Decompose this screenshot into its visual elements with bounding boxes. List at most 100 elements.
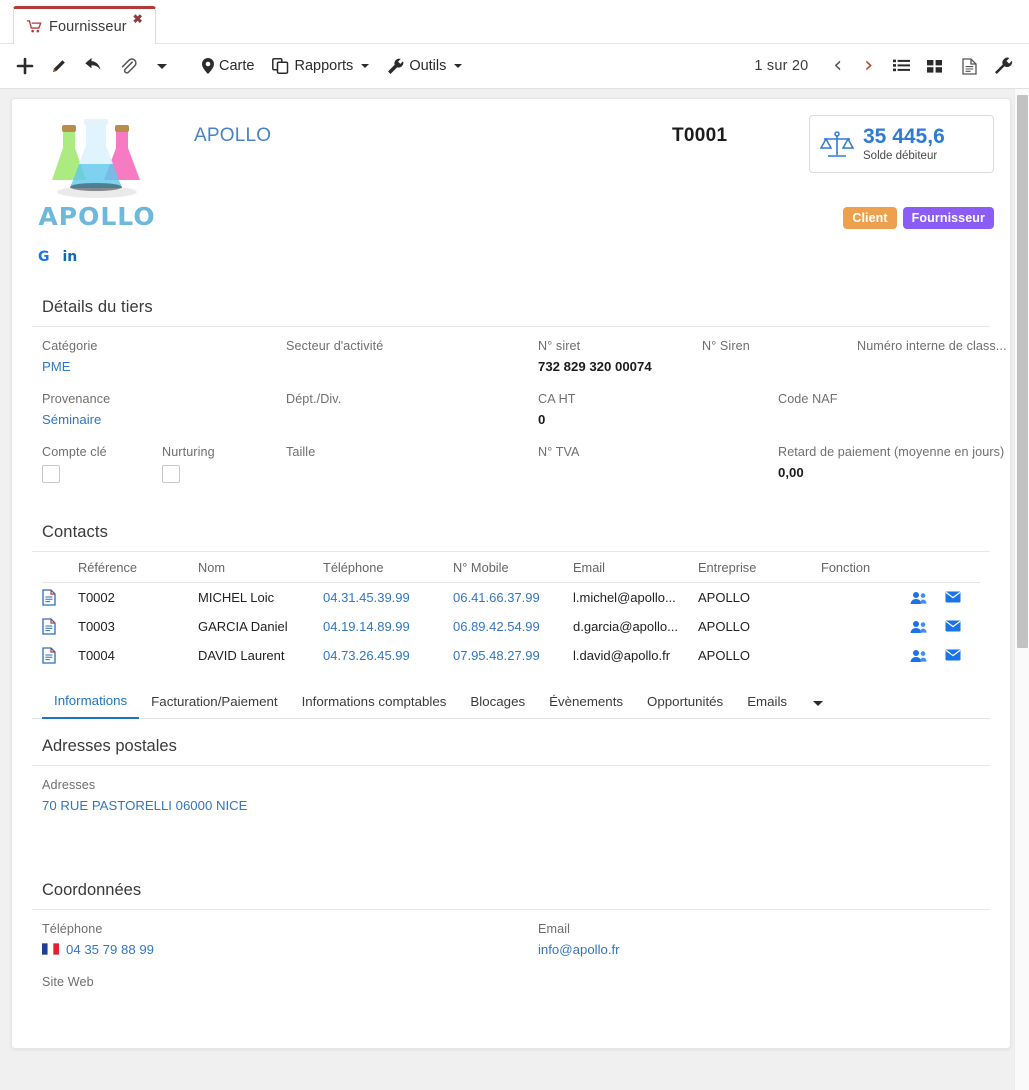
google-icon[interactable]: G	[38, 249, 50, 265]
field-value: 732 829 320 00074	[538, 359, 652, 374]
contacts-group-icon[interactable]	[910, 591, 927, 605]
shopping-cart-icon	[27, 20, 42, 33]
field-value	[286, 465, 538, 482]
cell-email: l.david@apollo.fr	[573, 648, 671, 663]
cell-telephone[interactable]: 04.19.14.89.99	[323, 619, 453, 634]
outils-button[interactable]: Outils	[378, 46, 471, 86]
balance-label: Solde débiteur	[863, 149, 938, 162]
paperclip-icon	[121, 58, 137, 74]
contacts-table: Référence Nom Téléphone N° Mobile Email …	[32, 552, 990, 670]
vertical-scrollbar[interactable]	[1014, 89, 1029, 1090]
contacts-group-icon[interactable]	[910, 620, 927, 634]
rapports-label: Rapports	[294, 58, 354, 74]
edit-button[interactable]	[42, 46, 76, 86]
cell-entreprise: APOLLO	[698, 648, 751, 663]
cell-telephone[interactable]: 04.73.26.45.99	[323, 648, 453, 663]
record-reference: T0001	[672, 125, 728, 146]
logo-wordmark: APOLLO	[38, 202, 156, 231]
field-value: 0,00	[778, 465, 804, 480]
application-window: Fournisseur ✖ Carte Rapports Outils 1 su…	[0, 0, 1029, 1090]
field-value	[286, 359, 538, 376]
field-value: 0	[538, 412, 546, 427]
tab-bar: Fournisseur ✖	[0, 0, 1029, 44]
field-site-web: Site Web	[42, 975, 538, 1012]
grid-view-icon	[927, 59, 942, 73]
add-button[interactable]	[8, 46, 42, 86]
balance-card[interactable]: 35 445,6 Solde débiteur	[809, 115, 994, 173]
rapports-button[interactable]: Rapports	[263, 46, 378, 86]
phone-value[interactable]: 04 35 79 88 99	[42, 942, 538, 959]
badge-fournisseur[interactable]: Fournisseur	[902, 207, 994, 229]
tabs-overflow-button[interactable]	[799, 687, 837, 718]
undo-button[interactable]	[76, 46, 111, 86]
compte-cle-checkbox[interactable]	[42, 465, 60, 483]
more-actions-button[interactable]	[145, 46, 179, 86]
badge-client[interactable]: Client	[843, 207, 897, 229]
chevron-down-icon	[813, 701, 824, 706]
field-value	[857, 359, 1027, 376]
table-header-row: Référence Nom Téléphone N° Mobile Email …	[42, 552, 980, 583]
field-label: Taille	[286, 445, 316, 459]
cell-nom: DAVID Laurent	[198, 648, 285, 663]
email-value[interactable]: info@apollo.fr	[538, 942, 620, 959]
nurturing-checkbox[interactable]	[162, 465, 180, 483]
tab-facturation-paiement[interactable]: Facturation/Paiement	[139, 687, 289, 718]
company-name[interactable]: APOLLO	[194, 125, 271, 147]
field-taille: Taille	[286, 445, 538, 483]
cell-mobile[interactable]: 06.89.42.54.99	[453, 619, 573, 634]
tab-informations[interactable]: Informations	[42, 686, 140, 719]
tab-fournisseur[interactable]: Fournisseur ✖	[13, 6, 156, 44]
close-icon[interactable]: ✖	[133, 13, 143, 25]
settings-button[interactable]	[986, 46, 1021, 86]
tab-informations-comptables[interactable]: Informations comptables	[290, 687, 459, 718]
list-view-button[interactable]	[884, 46, 918, 86]
field-provenance: Provenance Séminaire	[42, 392, 286, 429]
scrollbar-thumb[interactable]	[1017, 95, 1028, 648]
map-pin-icon	[202, 58, 214, 74]
field-value[interactable]: PME	[42, 359, 286, 376]
field-value[interactable]: Séminaire	[42, 412, 286, 429]
details-section: Détails du tiers Catégorie PME Secteur d…	[32, 294, 1006, 483]
table-row[interactable]: T0002 MICHEL Loic 04.31.45.39.99 06.41.6…	[42, 583, 980, 612]
linkedin-icon[interactable]: in	[63, 249, 78, 265]
envelope-icon[interactable]	[945, 591, 961, 603]
document-view-button[interactable]	[952, 46, 986, 86]
social-links: G in	[38, 249, 77, 265]
row-document-icon[interactable]	[42, 647, 78, 664]
cell-mobile[interactable]: 06.41.66.37.99	[453, 590, 573, 605]
table-row[interactable]: T0004 DAVID Laurent 04.73.26.45.99 07.95…	[42, 641, 980, 670]
document-icon	[42, 589, 56, 606]
previous-record-button[interactable]: ‹	[822, 55, 853, 77]
website-value[interactable]	[42, 995, 538, 1012]
contacts-group-icon[interactable]	[910, 649, 927, 663]
col-mobile: N° Mobile	[453, 559, 509, 575]
balance-amount: 35 445,6	[863, 125, 945, 149]
company-logo: APOLLO	[38, 116, 156, 231]
details-row: Provenance Séminaire Dépt./Div. CA HT 0	[42, 392, 980, 429]
address-value[interactable]: 70 RUE PASTORELLI 06000 NICE	[42, 798, 980, 815]
tab-opportunites[interactable]: Opportunités	[635, 687, 735, 718]
next-record-button[interactable]: ›	[853, 55, 884, 77]
attach-button[interactable]	[111, 46, 145, 86]
row-document-icon[interactable]	[42, 589, 78, 606]
grid-view-button[interactable]	[918, 46, 952, 86]
chevron-down-icon	[454, 64, 463, 68]
contacts-section: Contacts Référence Nom Téléphone N° Mobi…	[32, 519, 990, 670]
envelope-icon[interactable]	[945, 649, 961, 661]
details-title: Détails du tiers	[42, 298, 153, 316]
identity-header: APOLLO G in APOLLO T0001 35 445,6 Solde …	[12, 99, 1010, 294]
tab-emails[interactable]: Emails	[735, 687, 799, 718]
tab-blocages[interactable]: Blocages	[458, 687, 537, 718]
carte-button[interactable]: Carte	[193, 46, 263, 86]
cell-telephone[interactable]: 04.31.45.39.99	[323, 590, 453, 605]
row-actions	[910, 649, 980, 663]
row-document-icon[interactable]	[42, 618, 78, 635]
cell-mobile[interactable]: 07.95.48.27.99	[453, 648, 573, 663]
envelope-icon[interactable]	[945, 620, 961, 632]
table-row[interactable]: T0003 GARCIA Daniel 04.19.14.89.99 06.89…	[42, 612, 980, 641]
cell-email: l.michel@apollo...	[573, 590, 676, 605]
tab-evenements[interactable]: Évènements	[537, 687, 635, 718]
page-scroll-area: APOLLO G in APOLLO T0001 35 445,6 Solde …	[0, 89, 1029, 1090]
field-value	[778, 412, 948, 429]
field-adresses: Adresses 70 RUE PASTORELLI 06000 NICE	[42, 778, 980, 815]
